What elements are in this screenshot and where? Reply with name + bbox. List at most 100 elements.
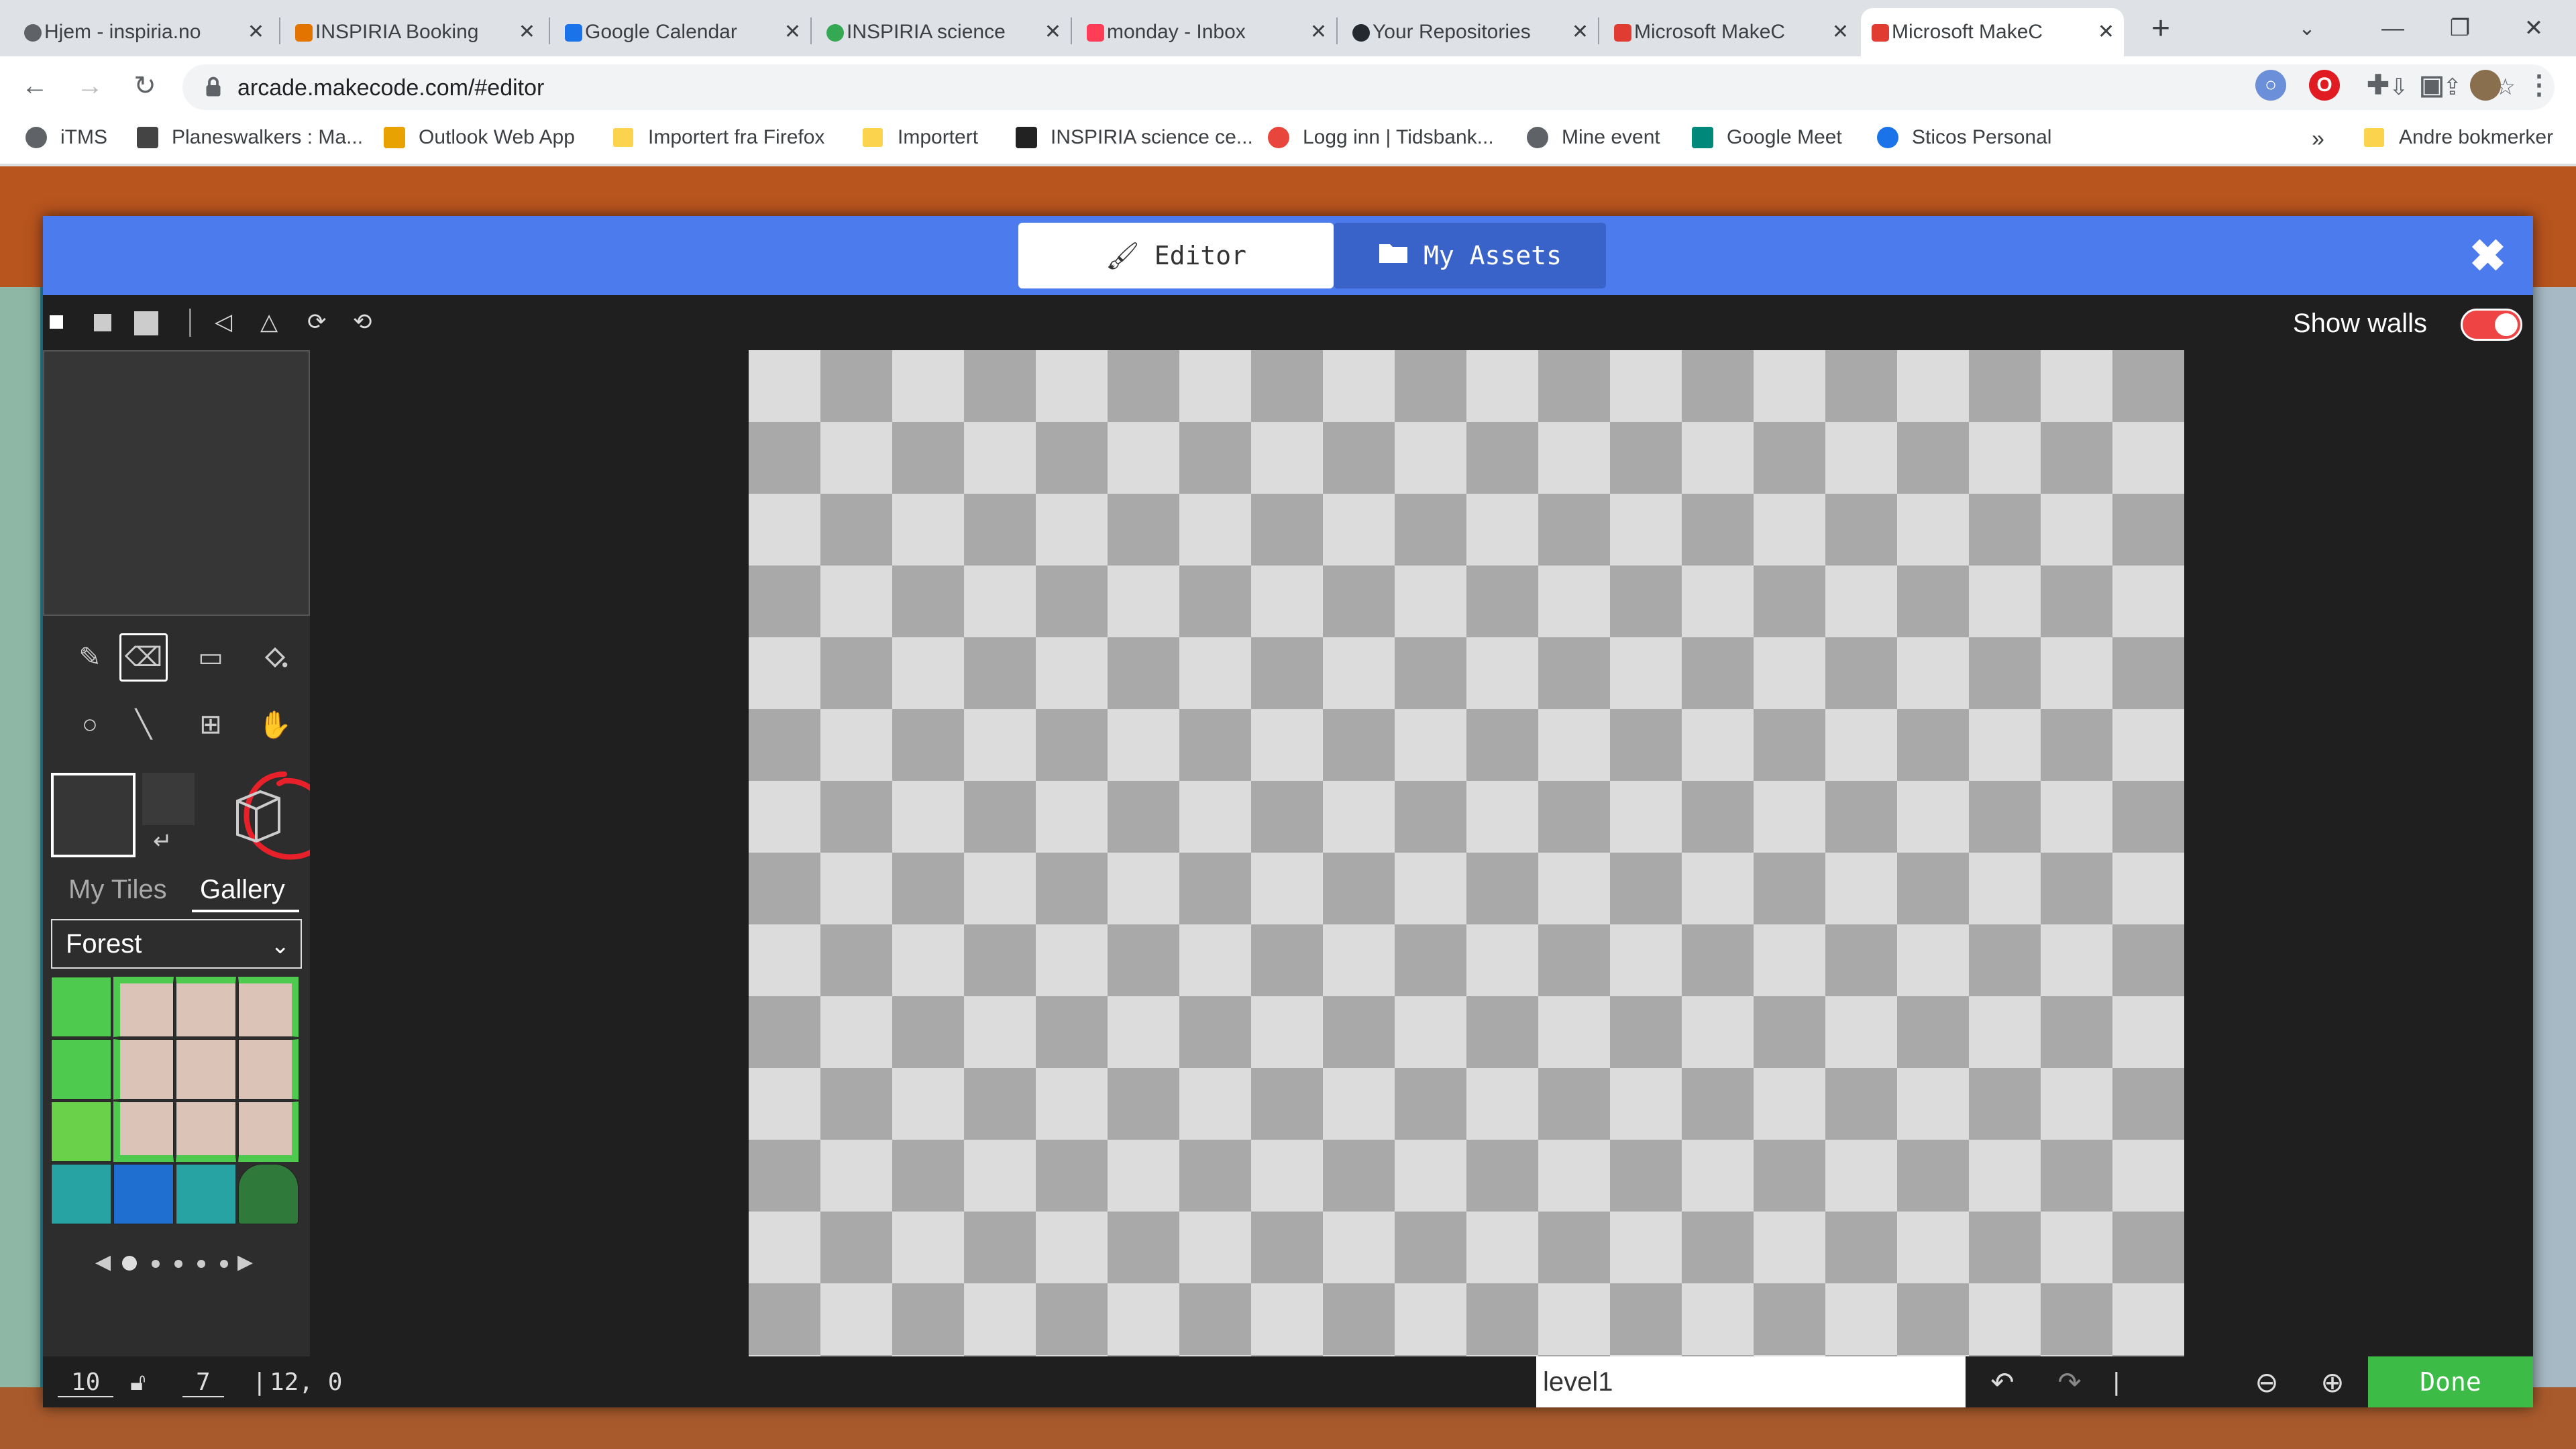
bookmark-item[interactable]: Google Meet — [1692, 126, 1842, 149]
extension-icon[interactable]: ○ — [2255, 70, 2286, 101]
level-name-input[interactable]: level1 — [1536, 1356, 1966, 1407]
tile-dirt-grass-edge[interactable] — [238, 977, 299, 1037]
bookmark-item[interactable]: Logg inn | Tidsbank... — [1268, 126, 1494, 149]
map-width-input[interactable]: 10 — [58, 1368, 114, 1397]
rotate-cw-icon[interactable]: ⟳ — [307, 309, 327, 335]
tab-editor[interactable]: 🖌 Editor — [1018, 223, 1334, 288]
flip-horizontal-icon[interactable]: ◁ — [215, 309, 232, 335]
category-dropdown[interactable]: Forest ⌄ — [51, 919, 302, 969]
pan-hand-tool-icon[interactable]: ✋ — [251, 700, 299, 749]
bookmark-item[interactable]: Importert — [863, 126, 978, 149]
fill-bucket-tool-icon[interactable] — [251, 633, 299, 682]
minimize-icon[interactable]: — — [2363, 0, 2423, 56]
brush-size-small-icon[interactable] — [50, 315, 63, 329]
other-bookmarks[interactable]: Andre bokmerker — [2364, 126, 2553, 149]
menu-dots-icon[interactable]: ⋮ — [2524, 70, 2555, 101]
close-tab-icon[interactable]: ✕ — [519, 20, 535, 44]
tile-grass-yellow[interactable] — [51, 1102, 111, 1162]
close-tab-icon[interactable]: ✕ — [1572, 20, 1589, 44]
close-tab-icon[interactable]: ✕ — [784, 20, 801, 44]
tile-dirt-grass-edge[interactable] — [176, 1102, 236, 1162]
tab-gallery[interactable]: Gallery — [200, 875, 285, 905]
circle-tool-icon[interactable]: ○ — [66, 700, 114, 749]
eraser-tool-icon[interactable]: ⌫ — [119, 633, 168, 682]
tab-search-icon[interactable]: ⌄ — [2277, 0, 2337, 56]
pager-dot[interactable] — [220, 1260, 228, 1268]
brush-size-large-icon[interactable] — [134, 311, 158, 335]
tile-grass-yellow[interactable] — [51, 1039, 111, 1099]
browser-tab[interactable]: INSPIRIA science ✕ — [816, 8, 1071, 56]
bookmark-item[interactable]: Importert fra Firefox — [613, 126, 824, 149]
new-tab-button[interactable]: + — [2131, 0, 2191, 56]
close-icon[interactable]: ✖ — [2469, 233, 2506, 278]
bookmarks-overflow-button[interactable]: » — [2312, 126, 2324, 152]
address-bar[interactable]: arcade.makecode.com/#editor ⇩ ⇪ ☆ — [182, 64, 2555, 110]
tile-grass-flowers[interactable] — [51, 977, 111, 1037]
opera-extension-icon[interactable]: O — [2309, 70, 2340, 101]
pager-dot-active[interactable] — [122, 1256, 137, 1271]
swap-icon[interactable]: ↵ — [153, 828, 172, 855]
foreground-tile-swatch[interactable] — [51, 773, 136, 857]
tile-dirt-grass-edge[interactable] — [176, 977, 236, 1037]
done-button[interactable]: Done — [2368, 1356, 2533, 1407]
restore-icon[interactable]: ❐ — [2430, 0, 2490, 56]
browser-tab[interactable]: Hjem - inspiria.no ✕ — [13, 8, 274, 56]
browser-tab[interactable]: INSPIRIA Booking ✕ — [284, 8, 545, 56]
redo-icon[interactable]: ↷ — [2046, 1362, 2093, 1402]
tile-teal-grass[interactable] — [176, 1164, 236, 1224]
pager-dot[interactable] — [152, 1260, 160, 1268]
undo-icon[interactable]: ↶ — [1979, 1362, 2026, 1402]
forward-icon[interactable]: → — [70, 66, 110, 106]
pager-prev-icon[interactable]: ◀ — [95, 1250, 111, 1274]
pager-dot[interactable] — [197, 1260, 205, 1268]
tile-dirt[interactable] — [176, 1039, 236, 1099]
tile-dirt-grass-edge[interactable] — [238, 1039, 299, 1099]
bookmark-item[interactable]: Mine event — [1527, 126, 1660, 149]
flip-vertical-icon[interactable]: △ — [260, 309, 278, 335]
tile-dirt-grass-edge[interactable] — [113, 1102, 174, 1162]
browser-tab[interactable]: Google Calendar ✕ — [554, 8, 810, 56]
side-panel-icon[interactable]: ▣ — [2416, 70, 2447, 101]
background-tile-swatch[interactable] — [142, 773, 195, 825]
marquee-tool-icon[interactable]: ⊞ — [186, 700, 235, 749]
pager-next-icon[interactable]: ▶ — [237, 1250, 253, 1274]
tilemap-canvas[interactable] — [749, 350, 2184, 1356]
zoom-in-icon[interactable]: ⊕ — [2309, 1362, 2356, 1402]
bookmark-item[interactable]: INSPIRIA science ce... — [1016, 126, 1253, 149]
close-tab-icon[interactable]: ✕ — [2098, 20, 2114, 44]
wall-tool-icon[interactable] — [219, 774, 292, 848]
puzzle-icon[interactable]: ✚ — [2363, 70, 2394, 101]
minimap-preview[interactable] — [43, 350, 310, 616]
close-tab-icon[interactable]: ✕ — [1310, 20, 1327, 44]
browser-tab[interactable]: monday - Inbox ✕ — [1076, 8, 1336, 56]
tile-tree[interactable] — [238, 1164, 299, 1224]
tile-dirt-grass-edge[interactable] — [113, 1039, 174, 1099]
rectangle-tool-icon[interactable]: ▭ — [186, 633, 235, 682]
lock-aspect-icon[interactable]: 🔓︎ — [130, 1368, 146, 1397]
tile-dirt-grass-edge[interactable] — [113, 977, 174, 1037]
tile-dirt-grass-edge[interactable] — [238, 1102, 299, 1162]
show-walls-toggle[interactable] — [2461, 309, 2522, 341]
map-height-input[interactable]: 7 — [182, 1368, 224, 1397]
close-tab-icon[interactable]: ✕ — [248, 20, 264, 44]
browser-tab[interactable]: Your Repositories ✕ — [1342, 8, 1598, 56]
tile-teal-grass[interactable] — [51, 1164, 111, 1224]
close-tab-icon[interactable]: ✕ — [1044, 20, 1061, 44]
bookmark-item[interactable]: Planeswalkers : Ma... — [137, 126, 363, 149]
browser-tab[interactable]: Microsoft MakeC ✕ — [1603, 8, 1858, 56]
zoom-out-icon[interactable]: ⊖ — [2243, 1362, 2290, 1402]
tile-teal-flowers[interactable] — [113, 1164, 174, 1224]
close-tab-icon[interactable]: ✕ — [1832, 20, 1849, 44]
avatar[interactable] — [2470, 70, 2501, 101]
bookmark-item[interactable]: Sticos Personal — [1877, 126, 2051, 149]
window-close-icon[interactable]: ✕ — [2504, 0, 2564, 56]
tab-my-tiles[interactable]: My Tiles — [68, 875, 167, 905]
pager-dot[interactable] — [174, 1260, 182, 1268]
reload-icon[interactable]: ↻ — [125, 66, 165, 106]
brush-size-medium-icon[interactable] — [94, 314, 111, 331]
bookmark-item[interactable]: iTMS — [25, 126, 107, 149]
bookmark-item[interactable]: Outlook Web App — [384, 126, 575, 149]
line-tool-icon[interactable]: ╲ — [119, 700, 168, 749]
tab-my-assets[interactable]: My Assets — [1334, 223, 1606, 288]
browser-tab-active[interactable]: Microsoft MakeC ✕ — [1861, 8, 2124, 56]
